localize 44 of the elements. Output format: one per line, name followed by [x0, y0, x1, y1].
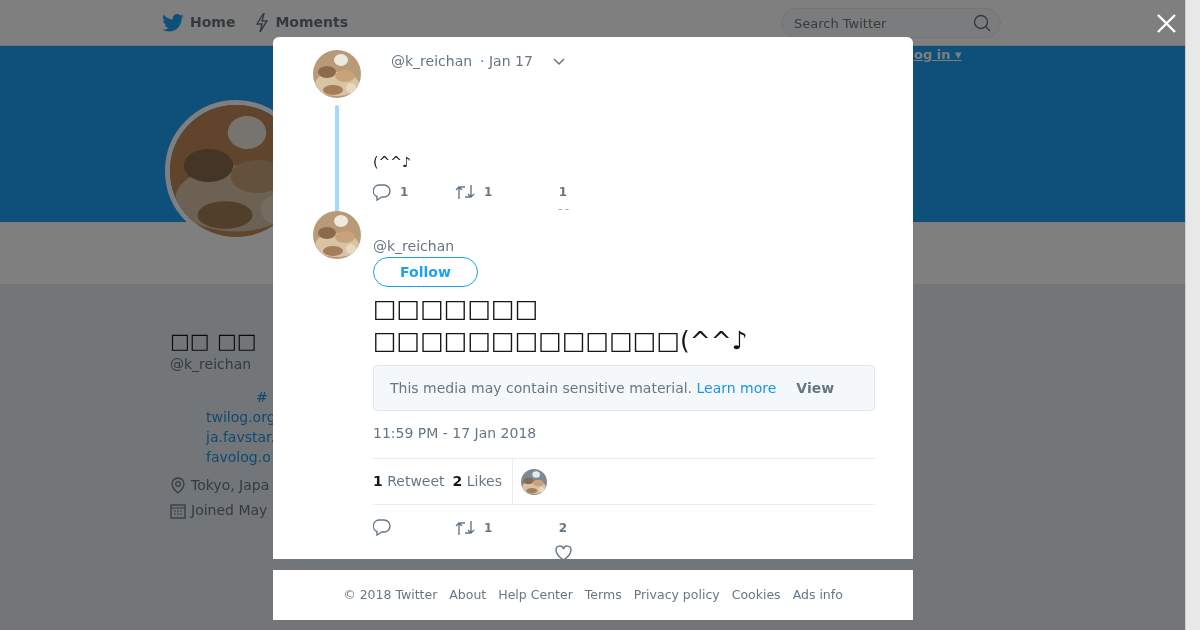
heart-icon[interactable]	[554, 544, 572, 559]
notice-text: This media may contain sensitive material. Learn more	[390, 378, 777, 398]
bird-icon	[162, 13, 184, 32]
footer-link[interactable]: Terms	[584, 585, 622, 605]
retweet-icon[interactable]	[455, 520, 475, 536]
view-button[interactable]: View	[796, 377, 835, 399]
chevron-icon[interactable]	[552, 57, 565, 66]
like-count: 1	[558, 184, 568, 201]
calendar-icon	[170, 502, 186, 519]
footer-link[interactable]: Ads info	[792, 585, 843, 605]
follow-button[interactable]: Follow	[373, 257, 478, 287]
close-icon[interactable]	[1157, 14, 1176, 33]
profile-name: □□ □□	[170, 328, 257, 354]
stat-count[interactable]: 2 Likes	[452, 471, 502, 492]
footer-link[interactable]: Help Center	[498, 585, 573, 605]
location-icon	[170, 477, 186, 494]
lightning-icon	[255, 12, 270, 33]
nav-link[interactable]: Home	[162, 12, 236, 33]
tweet-time[interactable]: · Jan 17	[480, 51, 533, 72]
tweet-text: (^^♪	[373, 153, 412, 172]
tweet-timestamp: 11:59 PM - 17 Jan 2018	[373, 424, 538, 443]
copyright-text: © 2018 Twitter	[343, 585, 438, 604]
scrollbar[interactable]	[1185, 0, 1200, 630]
retweet-icon[interactable]	[455, 184, 475, 200]
footer-link[interactable]: Cookies	[731, 585, 781, 605]
footer-link[interactable]: Privacy policy	[633, 585, 720, 605]
tweet-handle[interactable]: @k_reichan	[391, 51, 473, 72]
stat-count[interactable]: 1 Retweet	[373, 471, 445, 492]
reply-icon[interactable]	[373, 519, 391, 536]
retweet-count: 1	[484, 520, 493, 537]
reply-icon[interactable]	[373, 183, 391, 201]
profile-handle: @k_reichan	[170, 355, 252, 374]
tweet-handle[interactable]: @k_reichan	[373, 236, 875, 257]
retweet-count: 1	[484, 184, 493, 201]
profile-joined: Joined May	[191, 501, 268, 520]
tweet-text: □□□□□□□ □□□□□□□□□□□□□(^^♪	[373, 293, 749, 357]
search-icon[interactable]	[973, 14, 991, 32]
search-field[interactable]: Search Twitter	[781, 8, 1001, 38]
nav-link[interactable]: Moments	[255, 12, 349, 33]
learn-more-link[interactable]: Learn more	[696, 379, 777, 396]
footer-link[interactable]: About	[449, 585, 487, 605]
profile-location: Tokyo, Japa	[191, 476, 270, 495]
like-count: 2	[558, 520, 568, 537]
reply-count: 1	[400, 184, 409, 201]
